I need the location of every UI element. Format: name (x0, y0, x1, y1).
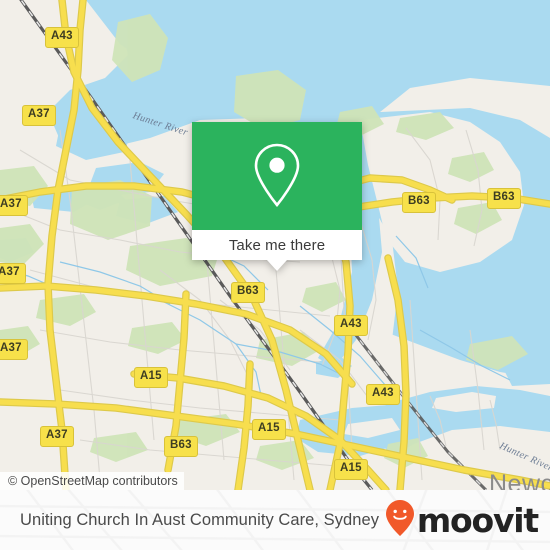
road-shield: A37 (0, 263, 26, 284)
road-shield: A15 (134, 367, 168, 388)
moovit-smiley-pin-icon (385, 499, 415, 542)
road-shield: A15 (252, 419, 286, 440)
attribution-text: © OpenStreetMap contributors (8, 474, 178, 488)
place-label: Newcastle (489, 470, 550, 490)
road-shield: B63 (231, 282, 265, 303)
road-shield: A37 (0, 195, 28, 216)
road-shield: A37 (0, 339, 28, 360)
take-me-there-label: Take me there (228, 236, 326, 254)
popup-tail-pointer (267, 260, 287, 271)
road-shield: B63 (402, 192, 436, 213)
place-title: Uniting Church In Aust Community Care, S… (20, 490, 379, 550)
map-canvas[interactable]: A43 A37 A37 A37 A37 A37 A15 A15 A15 B63 B63 B63 B63 A… (0, 0, 550, 490)
location-popup-card[interactable]: Take me there (192, 122, 362, 271)
page-footer: Uniting Church In Aust Community Care, S… (0, 490, 550, 550)
moovit-wordmark: moovit (416, 500, 539, 540)
road-shield: A15 (334, 459, 368, 480)
road-shield: A37 (22, 105, 56, 126)
popup-header (192, 122, 362, 230)
road-shield: B63 (164, 436, 198, 457)
road-shield: A37 (40, 426, 74, 447)
location-pin-icon (250, 141, 304, 211)
moovit-logo[interactable]: moovit (385, 490, 539, 550)
place-title-text: Uniting Church In Aust Community Care, S… (20, 510, 379, 529)
map-attribution[interactable]: © OpenStreetMap contributors (0, 472, 184, 490)
moovit-map-page: A43 A37 A37 A37 A37 A37 A15 A15 A15 B63 B63 B63 B63 A… (0, 0, 550, 550)
popup-footer[interactable]: Take me there (192, 230, 362, 260)
road-shield: A43 (334, 315, 368, 336)
road-shield: A43 (366, 384, 400, 405)
road-shield: B63 (487, 188, 521, 209)
road-shield: A43 (45, 27, 79, 48)
